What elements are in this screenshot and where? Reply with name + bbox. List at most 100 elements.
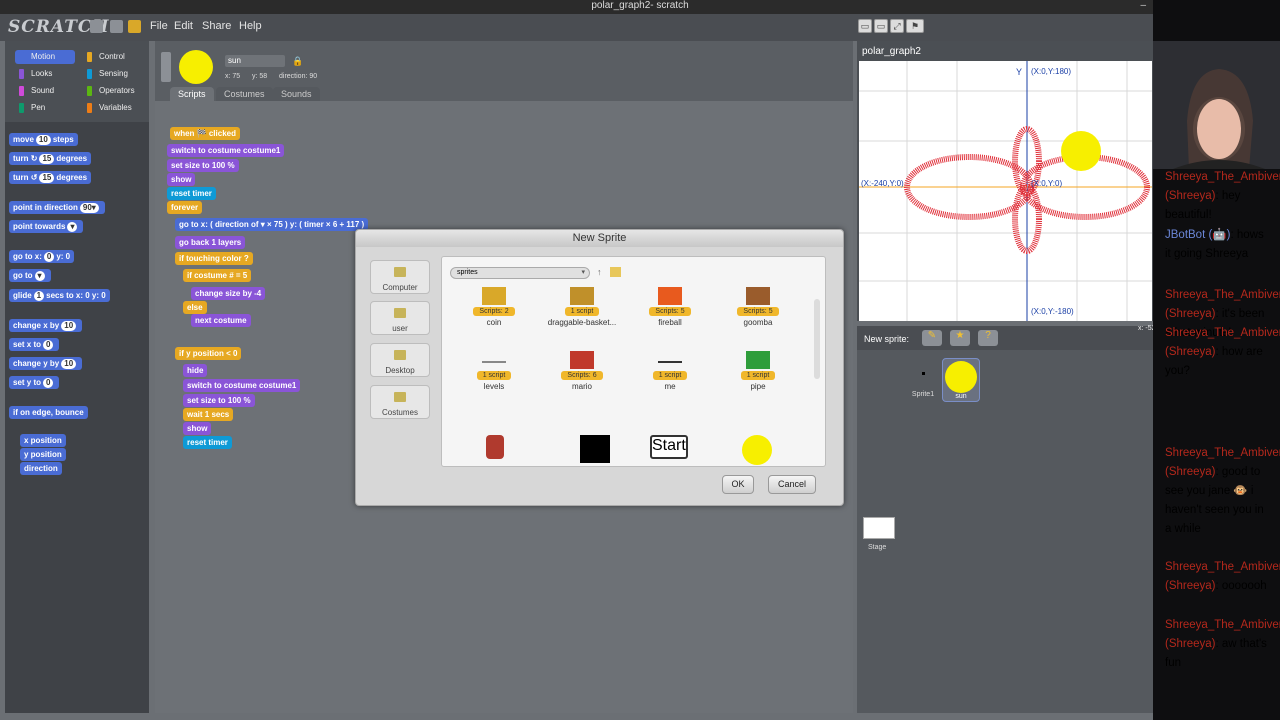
paint-sprite-icon[interactable]: ✎ [922, 330, 942, 346]
block-input[interactable]: 10 [35, 135, 51, 145]
script-block[interactable]: when 🏁 clicked [170, 127, 240, 140]
sprite-thumb-1[interactable]: 1 script draggable-basket... [542, 287, 622, 327]
menu-edit[interactable]: Edit [174, 20, 193, 32]
palette-block[interactable]: glide 1 secs to x: 0 y: 0 [9, 289, 110, 302]
menu-share[interactable]: Share [202, 20, 231, 32]
palette-block[interactable]: change y by 10 [9, 357, 83, 370]
block-input[interactable]: 0 [43, 252, 55, 262]
up-folder-icon[interactable]: ↑ [597, 267, 602, 277]
block-input[interactable]: 15 [39, 154, 55, 164]
palette-block[interactable]: turn ↺ 15 degrees [9, 171, 92, 184]
sprite-thumb-2[interactable]: Scripts: 5 fireball [630, 287, 710, 327]
palette-block[interactable]: set y to 0 [9, 376, 60, 389]
sprite-thumb-6[interactable]: 1 script me [630, 351, 710, 391]
palette-block[interactable]: point towards ▾ [9, 220, 84, 233]
script-block[interactable]: if touching color ? [175, 252, 253, 265]
block-input[interactable]: 10 [61, 321, 77, 331]
source-computer[interactable]: Computer [370, 260, 430, 294]
category-variables[interactable]: Variables [83, 101, 143, 115]
small-stage-icon[interactable]: ▭ [858, 19, 872, 33]
block-input[interactable]: ▾ [67, 222, 78, 232]
script-block[interactable]: reset timer [167, 187, 216, 200]
random-sprite-icon[interactable]: ? [978, 330, 998, 346]
stage-canvas[interactable]: Y (X:0,Y:180) (X:0,Y:-180) (X:-240,Y:0) … [859, 61, 1152, 321]
block-input[interactable]: 0 [43, 340, 54, 350]
sun-sprite-thumb[interactable] [742, 435, 772, 465]
palette-block[interactable]: go to x: 0 y: 0 [9, 250, 75, 263]
script-block[interactable]: else [183, 301, 207, 314]
script-block[interactable]: wait 1 secs [183, 408, 234, 421]
tab-costumes[interactable]: Costumes [216, 87, 273, 101]
normal-stage-icon[interactable]: ▭ [874, 19, 888, 33]
sprite-thumb-4[interactable]: 1 script levels [454, 351, 534, 391]
new-folder-icon[interactable] [610, 267, 621, 277]
sprite1-tile[interactable]: Sprite1 [906, 364, 940, 402]
palette-block[interactable]: if on edge, bounce [9, 406, 88, 419]
palette-block[interactable]: turn ↻ 15 degrees [9, 152, 92, 165]
flag-icon[interactable]: ⚑ [906, 19, 924, 33]
block-input[interactable]: ▾ [34, 271, 45, 281]
script-block[interactable]: go to x: ( direction of ▾ × 75 ) y: ( ti… [175, 218, 369, 231]
palette-block[interactable]: x position [20, 434, 66, 447]
sun-tile[interactable]: sun [942, 358, 980, 402]
black-sprite-thumb[interactable] [580, 435, 610, 463]
start-sprite-thumb[interactable]: Start [650, 435, 688, 459]
script-block[interactable]: reset timer [183, 436, 232, 449]
palette-block[interactable]: direction [20, 462, 62, 475]
palette-block[interactable]: y position [20, 448, 66, 461]
category-sensing[interactable]: Sensing [83, 67, 143, 81]
script-block[interactable]: go back 1 layers [175, 236, 246, 249]
palette-block[interactable]: set x to 0 [9, 338, 60, 351]
block-input[interactable]: 1 [33, 291, 45, 301]
share-icon[interactable] [128, 20, 141, 33]
palette-block[interactable]: point in direction 90▾ [9, 201, 105, 214]
script-block[interactable]: hide [183, 364, 208, 377]
rotation-style-icon[interactable] [161, 52, 171, 82]
tab-scripts[interactable]: Scripts [170, 87, 214, 101]
palette-block[interactable]: go to ▾ [9, 269, 51, 282]
presentation-mode-icon[interactable]: ⤢ [890, 19, 904, 33]
source-costumes[interactable]: Costumes [370, 385, 430, 419]
sprite-name-field[interactable]: sun [225, 55, 285, 67]
menu-help[interactable]: Help [239, 20, 262, 32]
sprite-thumb-7[interactable]: 1 script pipe [718, 351, 798, 391]
sprite-thumb-3[interactable]: Scripts: 5 goomba [718, 287, 798, 327]
script-block[interactable]: change size by -4 [191, 287, 266, 300]
block-input[interactable]: 0 [43, 378, 54, 388]
sprite-thumb-5[interactable]: Scripts: 6 mario [542, 351, 622, 391]
script-block[interactable]: set size to 100 % [167, 159, 239, 172]
block-input[interactable]: 15 [39, 173, 55, 183]
source-user[interactable]: user [370, 301, 430, 335]
script-block[interactable]: if costume # = 5 [183, 269, 252, 282]
lock-icon[interactable]: 🔒 [292, 56, 303, 67]
minimize-button[interactable]: – [1140, 0, 1146, 12]
sprite-thumb-0[interactable]: Scripts: 2 coin [454, 287, 534, 327]
choose-sprite-icon[interactable]: ★ [950, 330, 970, 346]
category-pen[interactable]: Pen [15, 101, 75, 115]
script-block[interactable]: if y position < 0 [175, 347, 242, 360]
script-block[interactable]: forever [167, 201, 203, 214]
character-sprite-thumb[interactable] [486, 435, 504, 459]
script-block[interactable]: set size to 100 % [183, 394, 255, 407]
chat-username[interactable]: JBotBot (🤖) [1165, 229, 1230, 241]
save-icon[interactable] [110, 20, 123, 33]
tab-sounds[interactable]: Sounds [273, 87, 320, 101]
category-looks[interactable]: Looks [15, 67, 75, 81]
category-control[interactable]: Control [83, 50, 143, 64]
category-sound[interactable]: Sound [15, 84, 75, 98]
script-block[interactable]: switch to costume costume1 [183, 379, 301, 392]
category-operators[interactable]: Operators [83, 84, 143, 98]
sun-sprite[interactable] [1061, 131, 1101, 171]
stage-thumbnail[interactable] [863, 517, 895, 539]
menu-file[interactable]: File [150, 20, 168, 32]
category-motion[interactable]: Motion [15, 50, 75, 64]
palette-block[interactable]: move 10 steps [9, 133, 78, 146]
folder-dropdown[interactable]: sprites ▾ [450, 267, 590, 279]
script-block[interactable]: next costume [191, 314, 251, 327]
block-input[interactable]: 90▾ [79, 203, 99, 213]
globe-icon[interactable] [90, 20, 103, 33]
block-input[interactable]: 10 [61, 359, 77, 369]
scrollbar[interactable] [814, 299, 820, 379]
source-desktop[interactable]: Desktop [370, 343, 430, 377]
cancel-button[interactable]: Cancel [768, 475, 816, 494]
